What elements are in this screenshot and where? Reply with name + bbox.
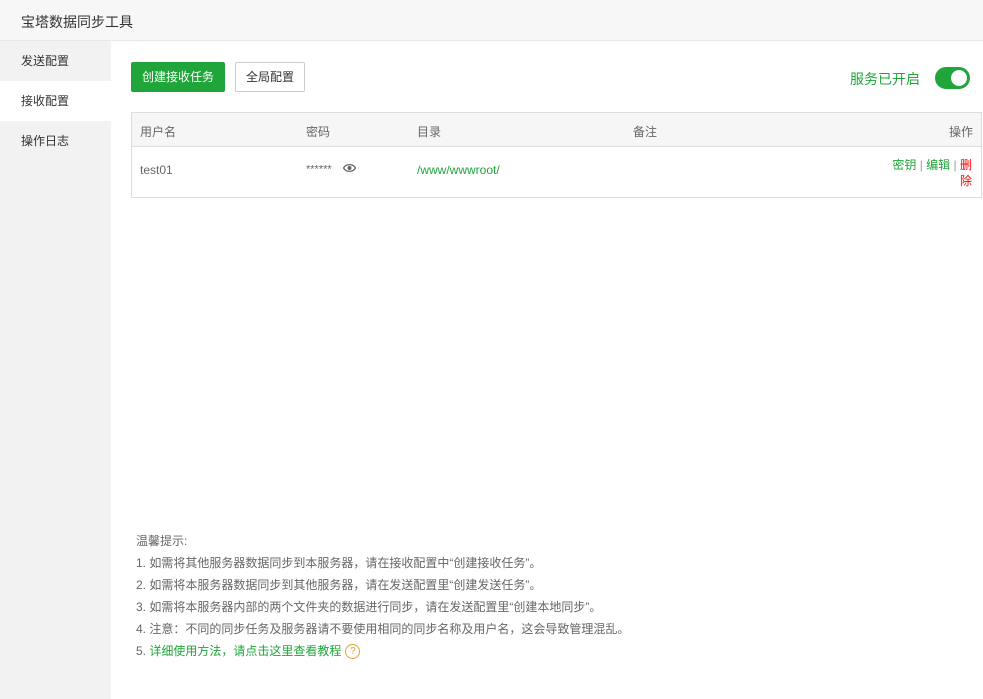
tip-line-prefix: 5. (136, 644, 150, 658)
cell-username: test01 (140, 163, 173, 177)
sidebar-item-operation-log[interactable]: 操作日志 (0, 121, 111, 161)
sidebar-item-label: 操作日志 (21, 134, 70, 148)
tip-line: 3. 如需将本服务器内部的两个文件夹的数据进行同步，请在发送配置里“创建本地同步… (136, 600, 602, 614)
tip-line-tutorial: 5. 详细使用方法，请点击这里查看教程? (136, 640, 629, 662)
edit-link[interactable]: 编辑 (926, 158, 950, 172)
cell-password: ****** (306, 163, 356, 176)
tips-heading: 温馨提示: (136, 534, 188, 548)
sidebar-item-send-config[interactable]: 发送配置 (0, 41, 111, 81)
header-directory: 目录 (417, 125, 442, 139)
cell-actions: 密钥 | 编辑 | 删除 (890, 157, 972, 189)
sidebar-item-receive-config[interactable]: 接收配置 (0, 81, 111, 121)
delete-link-line1: 删 (959, 158, 972, 172)
table-header: 用户名 密码 目录 备注 操作 (132, 113, 981, 147)
action-separator: | (953, 158, 957, 172)
sidebar-item-label: 接收配置 (21, 94, 70, 108)
service-toggle[interactable] (935, 67, 970, 89)
window-title: 宝塔数据同步工具 (21, 14, 133, 30)
global-config-button[interactable]: 全局配置 (235, 62, 305, 92)
tutorial-link[interactable]: 详细使用方法，请点击这里查看教程 (149, 644, 341, 658)
header-actions: 操作 (948, 125, 973, 139)
key-link[interactable]: 密钥 (892, 158, 916, 172)
delete-link-line2: 除 (959, 174, 972, 188)
title-bar: 宝塔数据同步工具 (0, 0, 983, 41)
tip-line: 1. 如需将其他服务器数据同步到本服务器，请在接收配置中“创建接收任务”。 (136, 556, 542, 570)
create-receive-task-button[interactable]: 创建接收任务 (131, 62, 225, 92)
tips-section: 温馨提示: 1. 如需将其他服务器数据同步到本服务器，请在接收配置中“创建接收任… (136, 530, 629, 662)
header-username: 用户名 (140, 125, 177, 139)
service-status-label: 服务已开启 (850, 71, 920, 87)
receive-task-table: 用户名 密码 目录 备注 操作 test01 ****** /www/wwwro… (131, 112, 982, 198)
eye-icon[interactable] (342, 163, 356, 176)
tip-line: 4. 注意：不同的同步任务及服务器请不要使用相同的同步名称及用户名，这会导致管理… (136, 622, 630, 636)
password-mask: ****** (306, 163, 332, 176)
header-note: 备注 (633, 125, 658, 139)
sidebar-item-label: 发送配置 (21, 54, 70, 68)
delete-link[interactable]: 删除 (960, 158, 972, 188)
header-password: 密码 (306, 125, 331, 139)
main-panel: 创建接收任务 全局配置 服务已开启 用户名 密码 目录 备注 操作 test01… (111, 41, 983, 699)
toggle-knob (951, 70, 967, 86)
sidebar: 发送配置 接收配置 操作日志 (0, 41, 111, 699)
cell-directory-link[interactable]: /www/wwwroot/ (417, 163, 500, 177)
help-question-icon[interactable]: ? (345, 644, 361, 660)
tip-line: 2. 如需将本服务器数据同步到其他服务器，请在发送配置里“创建发送任务”。 (136, 578, 542, 592)
action-separator: | (919, 158, 923, 172)
